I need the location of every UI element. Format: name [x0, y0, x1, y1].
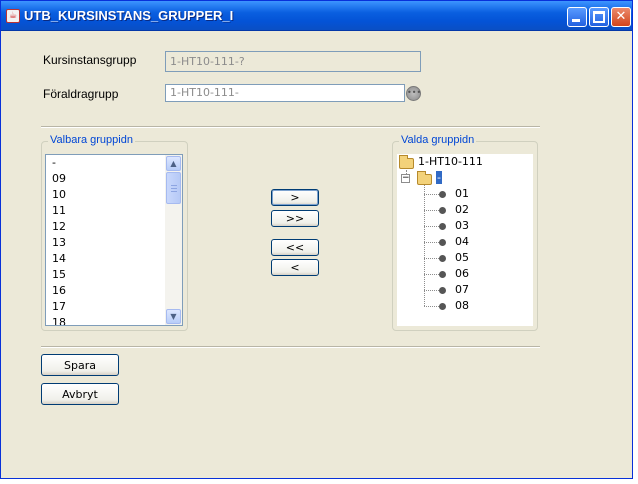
tree-connector: [424, 226, 439, 227]
list-item[interactable]: 16: [52, 283, 66, 299]
chevron-up-icon: ▲: [170, 159, 177, 168]
minimize-icon: [572, 19, 580, 22]
close-button[interactable]: ✕: [611, 7, 631, 27]
leaf-icon: [439, 255, 446, 262]
available-group-title: Valbara gruppidn: [48, 134, 135, 146]
maximize-icon: [593, 11, 605, 23]
chevron-down-icon: ▼: [170, 312, 177, 321]
tree-leaf-label: 07: [455, 283, 469, 296]
java-app-icon: ☕: [6, 9, 20, 23]
kursinstansgrupp-field[interactable]: 1-HT10-111-?: [165, 51, 421, 72]
save-button[interactable]: Spara: [41, 354, 119, 376]
list-item[interactable]: 18: [52, 315, 66, 325]
leaf-icon: [439, 303, 446, 310]
tree-leaf-label: 01: [455, 187, 469, 200]
separator-top: [41, 126, 540, 128]
tree-connector: [424, 290, 439, 291]
remove-button[interactable]: <: [271, 259, 319, 276]
list-item[interactable]: 13: [52, 235, 66, 251]
scroll-up-button[interactable]: ▲: [166, 156, 181, 171]
scroll-down-button[interactable]: ▼: [166, 309, 181, 324]
tree-connector: [424, 258, 439, 259]
tree-leaf-label: 03: [455, 219, 469, 232]
tree-connector: [424, 242, 439, 243]
foraldragrupp-field[interactable]: 1-HT10-111-: [165, 84, 405, 102]
folder-open-icon: [417, 171, 432, 185]
tree-root-node[interactable]: 1-HT10-111: [397, 154, 531, 170]
scroll-thumb[interactable]: [166, 172, 181, 204]
tree-leaf[interactable]: 08: [397, 298, 531, 314]
separator-bottom: [41, 346, 540, 348]
tree-leaf-label: 05: [455, 251, 469, 264]
tree-node-label: -: [436, 171, 442, 184]
kursinstansgrupp-label: Kursinstansgrupp: [43, 53, 137, 67]
collapse-icon[interactable]: −: [401, 174, 410, 183]
list-item[interactable]: 12: [52, 219, 66, 235]
tree-leaf-label: 06: [455, 267, 469, 280]
ellipsis-icon: •••: [407, 88, 422, 97]
leaf-icon: [439, 191, 446, 198]
tree-leaf-label: 02: [455, 203, 469, 216]
cancel-button[interactable]: Avbryt: [41, 383, 119, 405]
list-item[interactable]: 09: [52, 171, 66, 187]
title-bar[interactable]: ☕ UTB_KURSINSTANS_GRUPPER_I ✕: [1, 1, 632, 31]
tree-connector: [424, 210, 439, 211]
leaf-icon: [439, 223, 446, 230]
leaf-icon: [439, 207, 446, 214]
tree-leaf[interactable]: 03: [397, 218, 531, 234]
list-item[interactable]: 17: [52, 299, 66, 315]
tree-leaf[interactable]: 06: [397, 266, 531, 282]
tree-leaf[interactable]: 05: [397, 250, 531, 266]
add-button[interactable]: >: [271, 189, 319, 206]
leaf-icon: [439, 287, 446, 294]
list-item[interactable]: 11: [52, 203, 66, 219]
remove-all-button[interactable]: <<: [271, 239, 319, 256]
folder-open-icon: [399, 155, 414, 169]
tree-leaf[interactable]: 07: [397, 282, 531, 298]
selected-group-title: Valda gruppidn: [399, 134, 477, 146]
list-item[interactable]: 15: [52, 267, 66, 283]
foraldragrupp-label: Föraldragrupp: [43, 87, 119, 101]
maximize-button[interactable]: [589, 7, 609, 27]
selected-tree[interactable]: 1-HT10-111 − - 01 02 03 04 05 06 07 08: [397, 154, 533, 326]
tree-leaf-label: 04: [455, 235, 469, 248]
tree-connector: [424, 274, 439, 275]
grip-line: [171, 185, 177, 186]
list-item[interactable]: 14: [52, 251, 66, 267]
leaf-icon: [439, 271, 446, 278]
tree-group-node[interactable]: − -: [397, 170, 531, 186]
add-all-button[interactable]: >>: [271, 210, 319, 227]
tree-root-label: 1-HT10-111: [418, 155, 483, 168]
window-title: UTB_KURSINSTANS_GRUPPER_I: [24, 8, 234, 23]
tree-leaf-label: 08: [455, 299, 469, 312]
tree-connector: [424, 194, 439, 195]
leaf-icon: [439, 239, 446, 246]
tree-connector: [424, 306, 439, 307]
grip-line: [171, 188, 177, 189]
lookup-button[interactable]: •••: [406, 86, 421, 101]
grip-line: [171, 191, 177, 192]
list-item[interactable]: 10: [52, 187, 66, 203]
minimize-button[interactable]: [567, 7, 587, 27]
list-item[interactable]: -: [52, 155, 56, 171]
tree-leaf[interactable]: 02: [397, 202, 531, 218]
tree-leaf[interactable]: 01: [397, 186, 531, 202]
available-scrollbar[interactable]: ▲ ▼: [165, 155, 182, 325]
dialog-window: ☕ UTB_KURSINSTANS_GRUPPER_I ✕ Kursinstan…: [0, 0, 633, 479]
available-listbox[interactable]: - 09 10 11 12 13 14 15 16 17 18 ▲ ▼: [45, 154, 183, 326]
tree-leaf[interactable]: 04: [397, 234, 531, 250]
close-icon: ✕: [615, 9, 627, 24]
